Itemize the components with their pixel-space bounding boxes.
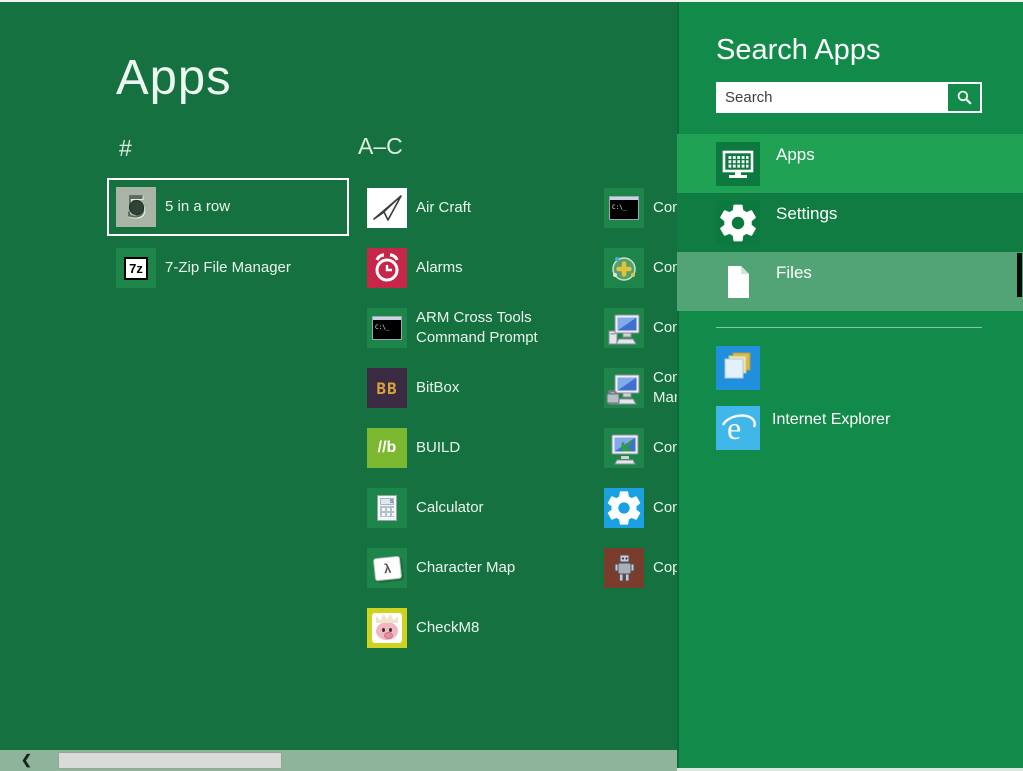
search-results: e Internet Explorer: [716, 346, 1016, 466]
app-item-label: Character Map: [416, 558, 515, 578]
app-item-label: Calculator: [416, 498, 484, 518]
scroll-left-arrow-icon[interactable]: ❮: [21, 752, 32, 768]
search-category-label: Apps: [776, 145, 815, 165]
apps-category-icon: [716, 142, 760, 186]
control-panel-icon: [604, 488, 644, 528]
build-icon: //b: [367, 428, 407, 468]
search-button[interactable]: [948, 84, 980, 111]
five-in-a-row-icon: 5: [116, 187, 156, 227]
search-panel-title: Search Apps: [716, 34, 880, 67]
top-edge-line: [0, 0, 1023, 2]
app-item-label: Air Craft: [416, 198, 471, 218]
calculator-icon: 8: [367, 488, 407, 528]
search-category-files[interactable]: Files: [677, 252, 1023, 311]
search-category-label: Files: [776, 263, 812, 283]
app-item-air-craft[interactable]: Air Craft: [358, 178, 608, 238]
horizontal-scrollbar[interactable]: ❮: [0, 750, 677, 771]
scrollbar-thumb[interactable]: [58, 752, 282, 769]
apps-screen: Apps # A–C 5 5 in a row 7z 7-Zip File Manag…: [0, 0, 1023, 771]
app-item-bitbox[interactable]: BB BitBox: [358, 358, 608, 418]
app-item-label: CheckM8: [416, 618, 479, 638]
search-category-apps[interactable]: Apps: [677, 134, 1023, 193]
app-item-alarms[interactable]: Alarms: [358, 238, 608, 298]
app-item-build[interactable]: //b BUILD: [358, 418, 608, 478]
search-icon: [955, 88, 974, 107]
app-item-label: BitBox: [416, 378, 459, 398]
search-result-internet-explorer[interactable]: e Internet Explorer: [716, 406, 1016, 450]
app-item-label: ARM Cross Tools Command Prompt: [416, 308, 538, 348]
connect-icon: [604, 428, 644, 468]
app-item-7-zip-file-manager[interactable]: 7z 7-Zip File Manager: [107, 238, 349, 298]
app-item-label: 7-Zip File Manager: [165, 258, 291, 278]
files-category-icon: [716, 260, 760, 304]
search-box: [716, 82, 982, 113]
stacked-windows-icon: [716, 346, 760, 390]
page-title: Apps: [116, 50, 232, 106]
paper-plane-icon: [367, 188, 407, 228]
app-item-calculator[interactable]: 8 Calculator: [358, 478, 608, 538]
search-input[interactable]: [716, 82, 948, 113]
app-item-character-map[interactable]: λ Character Map: [358, 538, 608, 598]
panel-scrollbar-thumb[interactable]: [1017, 253, 1022, 297]
command-prompt-icon: C:\_: [604, 188, 644, 228]
search-panel: Search Apps Apps Settings Files e Internet …: [677, 0, 1023, 771]
app-item-5-in-a-row[interactable]: 5 5 in a row: [107, 178, 349, 236]
sevenzip-icon: 7z: [116, 248, 156, 288]
component-services-icon: [604, 248, 644, 288]
search-category-label: Settings: [776, 204, 837, 224]
app-item-label: Alarms: [416, 258, 463, 278]
section-a-c-items: Air Craft Alarms C:\_ARM Cross Tools Comma…: [358, 178, 608, 658]
search-result-stacked-windows[interactable]: [716, 346, 1016, 390]
copper-icon: [604, 548, 644, 588]
settings-category-icon: [716, 201, 760, 245]
app-item-label: 5 in a row: [165, 197, 230, 217]
search-category-settings[interactable]: Settings: [677, 193, 1023, 252]
internet-explorer-icon: e: [716, 406, 760, 450]
app-item-label: BUILD: [416, 438, 460, 458]
bitbox-icon: BB: [367, 368, 407, 408]
section-header-a-c: A–C: [358, 133, 403, 160]
results-divider: [716, 327, 982, 328]
character-map-icon: λ: [367, 548, 407, 588]
search-categories: Apps Settings Files: [677, 134, 1023, 311]
checkm8-icon: [367, 608, 407, 648]
alarm-clock-icon: [367, 248, 407, 288]
app-item-checkm8[interactable]: CheckM8: [358, 598, 608, 658]
computer-management-icon: [604, 368, 644, 408]
command-prompt-icon: C:\_: [367, 308, 407, 348]
search-result-label: Internet Explorer: [772, 411, 890, 429]
section-number-items: 5 5 in a row 7z 7-Zip File Manager: [107, 178, 349, 298]
section-header-number: #: [119, 135, 132, 162]
app-item-arm-cross-tools-command-prompt[interactable]: C:\_ARM Cross Tools Command Prompt: [358, 298, 608, 358]
computer-icon: [604, 308, 644, 348]
